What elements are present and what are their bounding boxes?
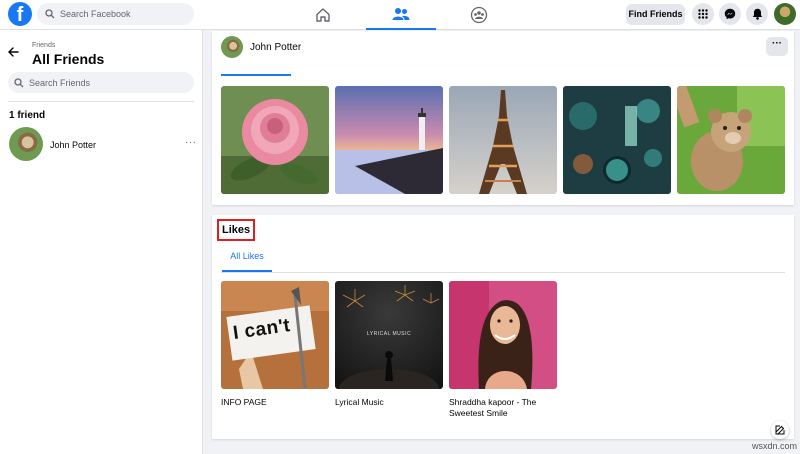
friend-avatar[interactable] [9,127,43,161]
menu-button[interactable] [692,3,714,25]
like-image-shraddha-kapoor[interactable] [449,281,557,389]
like-item-info-page[interactable]: I can't INFO PAGE [221,281,329,408]
photo-teal-bokeh[interactable] [563,86,671,194]
sidebar-divider [8,101,194,102]
page-title: All Friends [32,51,105,67]
back-arrow-icon[interactable] [8,46,19,60]
messenger-icon [724,8,736,20]
profile-more-button[interactable]: ··· [766,37,788,56]
nav-groups[interactable] [444,0,514,30]
nav-friends[interactable] [366,0,436,30]
menu-grid-icon [698,9,708,19]
like-label-info-page[interactable]: INFO PAGE [221,397,329,408]
friend-name[interactable]: John Potter [50,140,96,150]
top-navigation-bar: f Find Friends [0,0,800,30]
search-friends-input[interactable] [29,77,149,88]
friend-list-item[interactable]: John Potter ··· [0,123,202,163]
like-item-shraddha-kapoor[interactable]: Shraddha kapoor - The Sweetest Smile [449,281,557,419]
photo-teddy-bear[interactable] [677,86,785,194]
photo-eiffel-tower[interactable] [449,86,557,194]
like-label-lyrical-music[interactable]: Lyrical Music [335,397,443,408]
profile-header: John Potter ··· [212,31,794,65]
photos-section [212,65,794,205]
like-image-info-page[interactable]: I can't [221,281,329,389]
new-message-button[interactable] [771,421,789,439]
friend-count: 1 friend [9,110,46,121]
groups-icon [470,6,488,24]
profile-name[interactable]: John Potter [250,42,301,53]
like-image-text-lyrical-music: LYRICAL MUSIC [366,331,412,337]
photos-tab-indicator [221,74,291,76]
likes-divider [221,272,785,273]
search-friends-box[interactable] [8,72,194,93]
nav-home[interactable] [288,0,358,30]
search-icon [14,77,24,87]
photo-lighthouse-sunset[interactable] [335,86,443,194]
photo-pink-rose[interactable] [221,86,329,194]
find-friends-button[interactable]: Find Friends [626,4,685,25]
bell-icon [752,8,762,20]
friend-more-options-button[interactable]: ··· [185,137,197,148]
facebook-search-box[interactable] [37,3,194,25]
friends-icon [392,8,410,20]
facebook-search-input[interactable] [60,9,180,19]
like-label-shraddha-kapoor[interactable]: Shraddha kapoor - The Sweetest Smile [449,397,557,419]
like-item-lyrical-music[interactable]: LYRICAL MUSIC Lyrical Music [335,281,443,408]
friends-sidebar: Friends All Friends 1 friend John Potter… [0,30,203,454]
likes-heading: Likes [217,219,256,241]
watermark: wsxdn.com [752,441,798,451]
like-image-lyrical-music[interactable]: LYRICAL MUSIC [335,281,443,389]
home-icon [316,8,330,22]
compose-icon [775,425,785,435]
breadcrumb[interactable]: Friends [32,42,55,49]
notifications-button[interactable] [746,3,768,25]
account-avatar[interactable] [774,3,796,25]
search-icon [45,9,55,19]
profile-avatar[interactable] [221,36,243,58]
likes-section: Likes All Likes I can't INFO PAGE LYRICA… [212,215,794,439]
tab-all-likes[interactable]: All Likes [222,246,272,272]
messenger-button[interactable] [719,3,741,25]
facebook-logo-icon[interactable]: f [8,2,32,26]
